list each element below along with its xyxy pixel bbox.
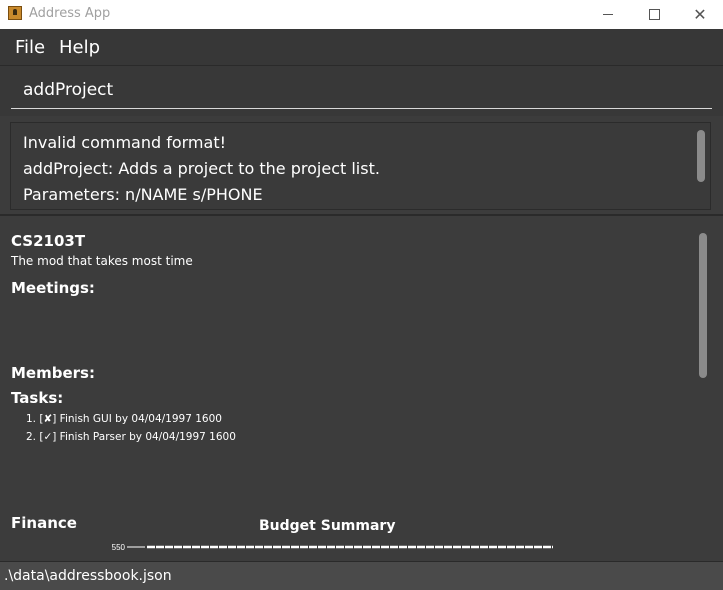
minimize-button[interactable] — [585, 0, 631, 29]
result-line: addProject: Adds a project to the projec… — [23, 159, 380, 178]
menu-help[interactable]: Help — [59, 37, 100, 58]
result-scrollbar[interactable] — [697, 130, 705, 182]
finance-heading: Finance — [11, 514, 77, 532]
address-book-icon — [8, 6, 22, 20]
result-line: Parameters: n/NAME s/PHONE — [23, 185, 263, 204]
tasks-heading: Tasks: — [11, 389, 64, 407]
project-panel: CS2103T The mod that takes most time Mee… — [0, 218, 723, 560]
project-scrollbar[interactable] — [699, 233, 707, 378]
command-area: addProject — [0, 66, 723, 116]
title-bar: Address App ✕ — [0, 0, 723, 29]
maximize-button[interactable] — [631, 0, 677, 29]
result-display: Invalid command format! addProject: Adds… — [10, 122, 711, 210]
close-button[interactable]: ✕ — [677, 0, 723, 29]
maximize-icon — [648, 9, 660, 20]
meetings-heading: Meetings: — [11, 279, 95, 297]
close-icon: ✕ — [693, 5, 707, 24]
status-bar: .\data\addressbook.json — [0, 561, 723, 590]
divider — [0, 214, 723, 216]
chart-title: Budget Summary — [259, 518, 396, 534]
minimize-icon — [603, 14, 613, 15]
window-title: Address App — [29, 6, 111, 21]
members-heading: Members: — [11, 364, 95, 382]
task-item: 2. [✓] Finish Parser by 04/04/1997 1600 — [26, 431, 236, 443]
y-tick-label: 550 — [112, 543, 126, 552]
result-line: Invalid command format! — [23, 133, 227, 152]
save-location: .\data\addressbook.json — [4, 568, 172, 584]
menu-bar: File Help — [0, 29, 723, 66]
menu-file[interactable]: File — [15, 37, 45, 58]
command-input[interactable]: addProject — [11, 76, 712, 109]
project-description: The mod that takes most time — [11, 254, 193, 268]
project-name: CS2103T — [11, 232, 86, 250]
budget-chart: 550 — [112, 543, 553, 552]
task-item: 1. [✘] Finish GUI by 04/04/1997 1600 — [26, 413, 222, 425]
